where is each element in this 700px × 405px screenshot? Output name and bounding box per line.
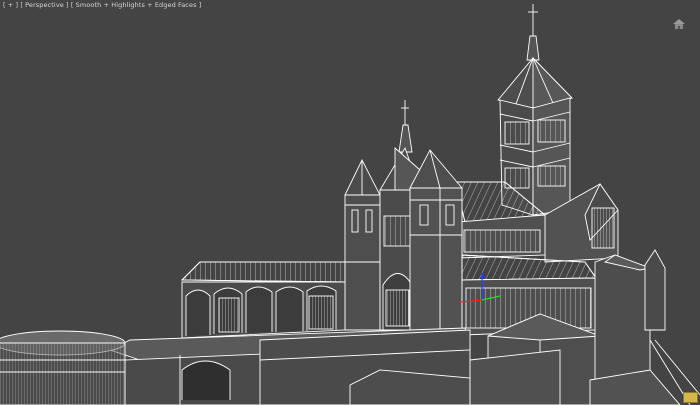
round-tower xyxy=(0,330,126,405)
viewport-view-button[interactable]: [ Perspective ] xyxy=(20,1,68,9)
tower-cross xyxy=(526,4,540,61)
left-arcade xyxy=(180,261,346,339)
castle-model[interactable] xyxy=(0,0,700,405)
corner-tool-icon[interactable] xyxy=(683,392,698,403)
viewport-menu-button[interactable]: [ + ] xyxy=(3,1,18,9)
viewport-shading-button[interactable]: [ Smooth + Highlights + Edged Faces ] xyxy=(71,1,202,9)
right-buildings xyxy=(589,249,700,405)
viewport-label[interactable]: [ + ] [ Perspective ] [ Smooth + Highlig… xyxy=(3,1,201,9)
west-tower-left xyxy=(344,158,381,331)
home-icon xyxy=(673,19,685,29)
viewport-perspective[interactable]: [ + ] [ Perspective ] [ Smooth + Highlig… xyxy=(0,0,700,405)
viewcube-home[interactable] xyxy=(672,15,686,29)
west-tower-right xyxy=(409,149,463,336)
